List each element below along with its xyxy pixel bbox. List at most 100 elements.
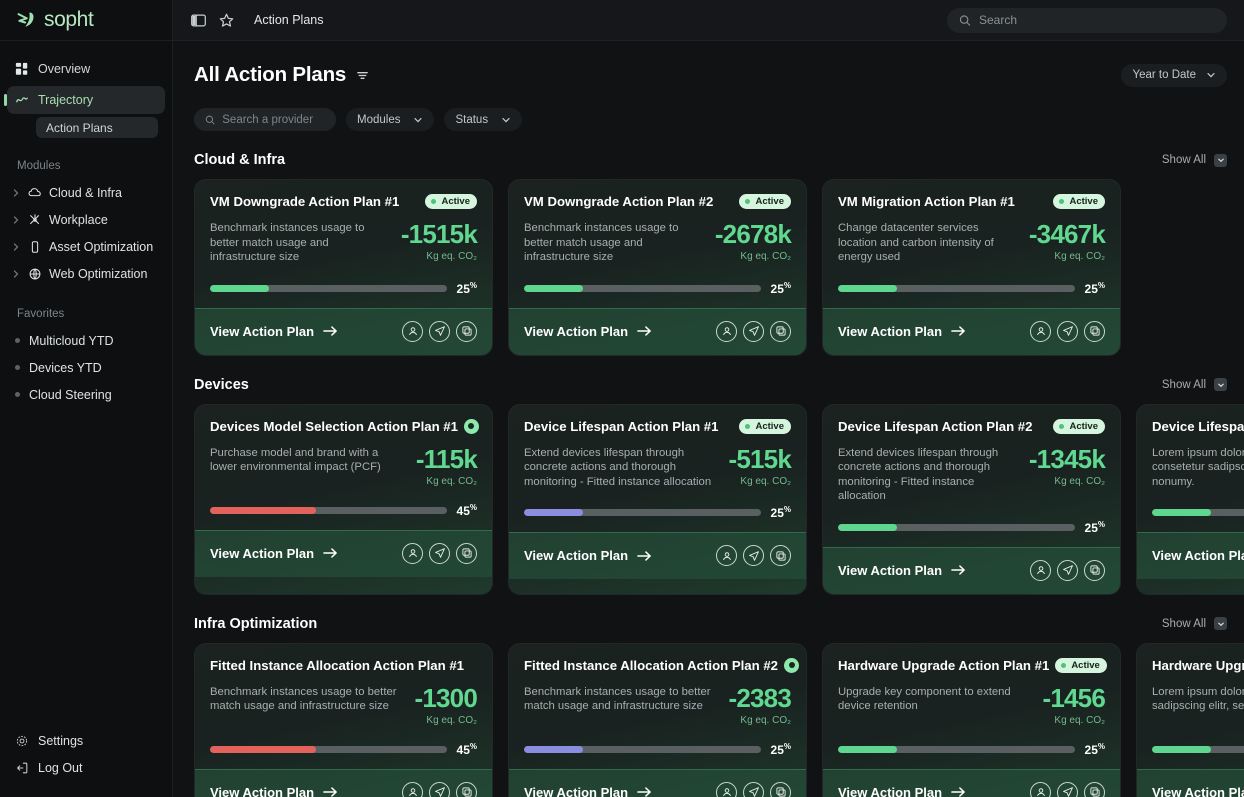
view-action-plan-link[interactable]: View Action Plan xyxy=(1152,785,1244,797)
send-icon[interactable] xyxy=(429,542,450,564)
send-icon[interactable] xyxy=(429,781,450,797)
user-circle-icon[interactable] xyxy=(716,545,737,566)
view-action-plan-link[interactable]: View Action Plan xyxy=(210,324,338,339)
sidebar-item-workplace[interactable]: Workplace xyxy=(7,207,165,232)
progress-percent: 25% xyxy=(456,280,477,296)
sidebar-item-action-plans[interactable]: Action Plans xyxy=(36,117,158,138)
arrow-right-icon xyxy=(637,787,651,797)
date-range-dropdown[interactable]: Year to Date xyxy=(1121,63,1227,87)
duplicate-icon[interactable] xyxy=(770,320,791,342)
card-middle: Change datacenter services location and … xyxy=(838,221,1106,265)
date-range-label: Year to Date xyxy=(1132,69,1196,81)
user-circle-icon[interactable] xyxy=(1030,781,1051,797)
sidebar-item-cloud-steering[interactable]: Cloud Steering xyxy=(7,382,165,407)
user-circle-icon[interactable] xyxy=(1030,559,1051,581)
status-dot-icon xyxy=(788,662,795,668)
action-plan-card[interactable]: Device Lifespan Action Plan #2 Active Ex… xyxy=(822,403,1121,595)
user-circle-icon[interactable] xyxy=(402,781,423,797)
view-action-plan-link[interactable]: View Action Plan xyxy=(1152,548,1244,563)
sidebar-item-devices-ytd[interactable]: Devices YTD xyxy=(7,355,165,380)
sidebar-item-logout[interactable]: Log Out xyxy=(7,754,165,781)
brand[interactable]: sopht xyxy=(0,0,172,41)
sidebar-item-settings[interactable]: Settings xyxy=(7,727,165,754)
duplicate-icon[interactable] xyxy=(1084,781,1105,797)
card-footer[interactable]: View Action Plan xyxy=(195,529,492,577)
sidebar-item-asset-optimization[interactable]: Asset Optimization xyxy=(7,234,165,259)
action-plan-card[interactable]: Hardware Upgrade Action Plan #1 Active U… xyxy=(822,642,1121,797)
card-footer[interactable]: View Action Plan xyxy=(823,307,1120,355)
status-badge-label: Active xyxy=(755,420,784,432)
provider-search-input[interactable] xyxy=(222,113,325,126)
show-all-button[interactable]: Show All xyxy=(1162,378,1227,391)
card-footer[interactable]: View Action Plan xyxy=(1137,532,1244,579)
card-footer[interactable]: View Action Plan xyxy=(509,307,806,355)
duplicate-icon[interactable] xyxy=(456,542,477,564)
breadcrumb: Action Plans xyxy=(254,13,324,27)
action-plan-card[interactable]: VM Migration Action Plan #1 Active Chang… xyxy=(822,179,1121,356)
view-action-plan-label: View Action Plan xyxy=(210,784,315,797)
user-circle-icon[interactable] xyxy=(402,542,423,564)
user-circle-icon[interactable] xyxy=(716,781,737,797)
view-action-plan-link[interactable]: View Action Plan xyxy=(524,324,652,339)
send-icon[interactable] xyxy=(743,781,764,797)
card-footer[interactable]: View Action Plan xyxy=(509,532,806,579)
send-icon[interactable] xyxy=(743,320,764,342)
topbar: Action Plans xyxy=(173,0,1244,41)
card-footer[interactable]: View Action Plan xyxy=(1137,768,1244,797)
sidebar-item-trajectory[interactable]: Trajectory xyxy=(4,86,165,114)
action-plan-card[interactable]: Device Lifespan Action Plan #3 Lorem ips… xyxy=(1136,403,1244,595)
star-icon[interactable] xyxy=(218,12,235,29)
view-action-plan-link[interactable]: View Action Plan xyxy=(524,785,652,797)
duplicate-icon[interactable] xyxy=(770,781,791,797)
send-icon[interactable] xyxy=(1057,559,1078,581)
view-action-plan-link[interactable]: View Action Plan xyxy=(210,546,338,561)
sidebar-item-cloud-infra[interactable]: Cloud & Infra xyxy=(7,180,165,205)
view-action-plan-link[interactable]: View Action Plan xyxy=(210,785,338,797)
send-icon[interactable] xyxy=(1057,320,1078,342)
chevron-down-icon xyxy=(414,117,423,122)
sidebar-item-overview[interactable]: Overview xyxy=(7,55,165,83)
action-plan-card[interactable]: Fitted Instance Allocation Action Plan #… xyxy=(194,642,493,797)
duplicate-icon[interactable] xyxy=(1084,320,1105,342)
send-icon[interactable] xyxy=(743,545,764,566)
action-plan-card[interactable]: VM Downgrade Action Plan #1 Active Bench… xyxy=(194,179,493,356)
user-circle-icon[interactable] xyxy=(402,320,423,342)
sidebar-item-web-optimization[interactable]: Web Optimization xyxy=(7,261,165,286)
modules-filter-dropdown[interactable]: Modules xyxy=(346,108,435,131)
card-footer[interactable]: View Action Plan xyxy=(195,768,492,797)
send-icon[interactable] xyxy=(1057,781,1078,797)
card-footer[interactable]: View Action Plan xyxy=(823,768,1120,797)
progress-track xyxy=(524,745,761,753)
show-all-button[interactable]: Show All xyxy=(1162,153,1227,167)
card-title: Device Lifespan Action Plan #1 xyxy=(524,418,719,434)
action-plan-card[interactable]: VM Downgrade Action Plan #2 Active Bench… xyxy=(508,179,807,356)
filter-icon[interactable] xyxy=(355,68,370,83)
sidebar-item-label: Asset Optimization xyxy=(49,239,154,254)
provider-search[interactable] xyxy=(194,108,336,131)
card-footer[interactable]: View Action Plan xyxy=(195,307,492,355)
card-footer[interactable]: View Action Plan xyxy=(823,546,1120,594)
panel-toggle-icon[interactable] xyxy=(190,12,207,29)
view-action-plan-link[interactable]: View Action Plan xyxy=(838,324,966,339)
view-action-plan-link[interactable]: View Action Plan xyxy=(524,548,652,563)
search-input[interactable] xyxy=(978,13,1215,27)
duplicate-icon[interactable] xyxy=(456,781,477,797)
duplicate-icon[interactable] xyxy=(1084,559,1105,581)
user-circle-icon[interactable] xyxy=(716,320,737,342)
view-action-plan-link[interactable]: View Action Plan xyxy=(838,563,966,578)
send-icon[interactable] xyxy=(429,320,450,342)
metric-unit: Kg eq. CO₂ xyxy=(426,714,477,726)
action-plan-card[interactable]: Devices Model Selection Action Plan #1 P… xyxy=(194,403,493,595)
card-footer[interactable]: View Action Plan xyxy=(509,768,806,797)
duplicate-icon[interactable] xyxy=(456,320,477,342)
action-plan-card[interactable]: Device Lifespan Action Plan #1 Active Ex… xyxy=(508,403,807,595)
show-all-button[interactable]: Show All xyxy=(1162,617,1227,630)
sidebar-item-multicloud-ytd[interactable]: Multicloud YTD xyxy=(7,328,165,353)
status-filter-dropdown[interactable]: Status xyxy=(444,108,523,131)
global-search[interactable] xyxy=(947,7,1227,33)
duplicate-icon[interactable] xyxy=(770,545,791,566)
action-plan-card[interactable]: Fitted Instance Allocation Action Plan #… xyxy=(508,642,807,797)
view-action-plan-link[interactable]: View Action Plan xyxy=(838,785,966,797)
action-plan-card[interactable]: Hardware Upgrade Action Plan #2 Lorem ip… xyxy=(1136,642,1244,797)
user-circle-icon[interactable] xyxy=(1030,320,1051,342)
